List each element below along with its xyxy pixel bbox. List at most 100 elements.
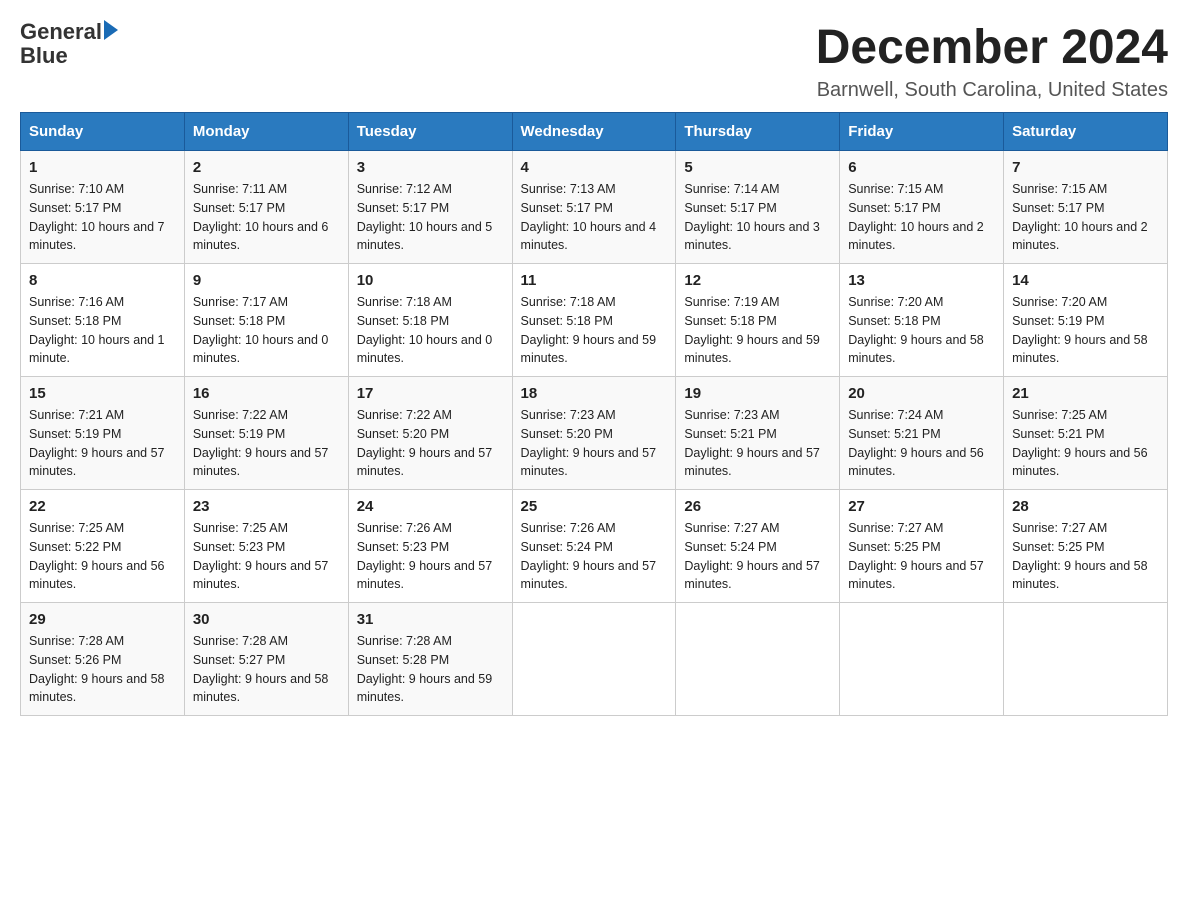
calendar-day-cell: 19 Sunrise: 7:23 AMSunset: 5:21 PMDayligh… — [676, 377, 840, 490]
day-info: Sunrise: 7:21 AMSunset: 5:19 PMDaylight:… — [29, 406, 176, 481]
day-info: Sunrise: 7:26 AMSunset: 5:23 PMDaylight:… — [357, 519, 504, 594]
day-number: 22 — [29, 498, 176, 515]
calendar-day-cell: 12 Sunrise: 7:19 AMSunset: 5:18 PMDayligh… — [676, 264, 840, 377]
day-info: Sunrise: 7:28 AMSunset: 5:27 PMDaylight:… — [193, 632, 340, 707]
logo-triangle-icon — [104, 20, 118, 40]
day-number: 19 — [684, 385, 831, 402]
calendar-day-cell — [676, 603, 840, 716]
calendar-day-cell: 2Sunrise: 7:11 AMSunset: 5:17 PMDaylight… — [184, 151, 348, 264]
calendar-day-cell: 30 Sunrise: 7:28 AMSunset: 5:27 PMDayligh… — [184, 603, 348, 716]
calendar-day-cell: 11 Sunrise: 7:18 AMSunset: 5:18 PMDayligh… — [512, 264, 676, 377]
calendar-day-cell: 22 Sunrise: 7:25 AMSunset: 5:22 PMDayligh… — [21, 490, 185, 603]
calendar-table: SundayMondayTuesdayWednesdayThursdayFrid… — [20, 112, 1168, 716]
calendar-day-cell — [840, 603, 1004, 716]
calendar-day-cell: 18Sunrise: 7:23 AMSunset: 5:20 PMDayligh… — [512, 377, 676, 490]
day-of-week-header: Wednesday — [512, 113, 676, 151]
day-of-week-header: Saturday — [1004, 113, 1168, 151]
day-number: 27 — [848, 498, 995, 515]
day-info: Sunrise: 7:22 AMSunset: 5:20 PMDaylight:… — [357, 406, 504, 481]
logo: General Blue — [20, 20, 118, 68]
location-subtitle: Barnwell, South Carolina, United States — [816, 79, 1168, 102]
day-number: 9 — [193, 272, 340, 289]
calendar-week-row: 1 Sunrise: 7:10 AMSunset: 5:17 PMDaylight… — [21, 151, 1168, 264]
calendar-day-cell: 5 Sunrise: 7:14 AMSunset: 5:17 PMDaylight… — [676, 151, 840, 264]
calendar-day-cell: 20 Sunrise: 7:24 AMSunset: 5:21 PMDayligh… — [840, 377, 1004, 490]
day-number: 30 — [193, 611, 340, 628]
day-info: Sunrise: 7:18 AMSunset: 5:18 PMDaylight:… — [357, 293, 504, 368]
month-title: December 2024 — [816, 20, 1168, 75]
calendar-day-cell: 17 Sunrise: 7:22 AMSunset: 5:20 PMDayligh… — [348, 377, 512, 490]
day-info: Sunrise: 7:15 AMSunset: 5:17 PMDaylight:… — [848, 180, 995, 255]
day-number: 20 — [848, 385, 995, 402]
logo-blue-text: Blue — [20, 43, 68, 68]
day-number: 11 — [521, 272, 668, 289]
day-number: 17 — [357, 385, 504, 402]
day-number: 14 — [1012, 272, 1159, 289]
day-number: 10 — [357, 272, 504, 289]
day-info: Sunrise: 7:17 AMSunset: 5:18 PMDaylight:… — [193, 293, 340, 368]
calendar-day-cell: 13 Sunrise: 7:20 AMSunset: 5:18 PMDayligh… — [840, 264, 1004, 377]
day-of-week-header: Monday — [184, 113, 348, 151]
day-number: 23 — [193, 498, 340, 515]
day-info: Sunrise: 7:20 AMSunset: 5:19 PMDaylight:… — [1012, 293, 1159, 368]
day-info: Sunrise: 7:22 AMSunset: 5:19 PMDaylight:… — [193, 406, 340, 481]
day-info: Sunrise: 7:20 AMSunset: 5:18 PMDaylight:… — [848, 293, 995, 368]
day-number: 12 — [684, 272, 831, 289]
day-info: Sunrise: 7:14 AMSunset: 5:17 PMDaylight:… — [684, 180, 831, 255]
calendar-week-row: 29Sunrise: 7:28 AMSunset: 5:26 PMDayligh… — [21, 603, 1168, 716]
day-info: Sunrise: 7:25 AMSunset: 5:21 PMDaylight:… — [1012, 406, 1159, 481]
calendar-day-cell: 28Sunrise: 7:27 AMSunset: 5:25 PMDayligh… — [1004, 490, 1168, 603]
day-number: 5 — [684, 159, 831, 176]
calendar-day-cell: 14 Sunrise: 7:20 AMSunset: 5:19 PMDayligh… — [1004, 264, 1168, 377]
day-number: 18 — [521, 385, 668, 402]
day-number: 21 — [1012, 385, 1159, 402]
day-number: 24 — [357, 498, 504, 515]
day-info: Sunrise: 7:15 AMSunset: 5:17 PMDaylight:… — [1012, 180, 1159, 255]
day-number: 7 — [1012, 159, 1159, 176]
day-info: Sunrise: 7:27 AMSunset: 5:24 PMDaylight:… — [684, 519, 831, 594]
day-info: Sunrise: 7:28 AMSunset: 5:26 PMDaylight:… — [29, 632, 176, 707]
day-number: 6 — [848, 159, 995, 176]
day-info: Sunrise: 7:24 AMSunset: 5:21 PMDaylight:… — [848, 406, 995, 481]
day-number: 13 — [848, 272, 995, 289]
day-info: Sunrise: 7:16 AMSunset: 5:18 PMDaylight:… — [29, 293, 176, 368]
calendar-day-cell: 6 Sunrise: 7:15 AMSunset: 5:17 PMDaylight… — [840, 151, 1004, 264]
calendar-week-row: 15Sunrise: 7:21 AMSunset: 5:19 PMDayligh… — [21, 377, 1168, 490]
calendar-day-cell: 27Sunrise: 7:27 AMSunset: 5:25 PMDayligh… — [840, 490, 1004, 603]
calendar-day-cell: 24 Sunrise: 7:26 AMSunset: 5:23 PMDayligh… — [348, 490, 512, 603]
day-info: Sunrise: 7:23 AMSunset: 5:21 PMDaylight:… — [684, 406, 831, 481]
day-info: Sunrise: 7:19 AMSunset: 5:18 PMDaylight:… — [684, 293, 831, 368]
day-info: Sunrise: 7:12 AMSunset: 5:17 PMDaylight:… — [357, 180, 504, 255]
calendar-day-cell: 25Sunrise: 7:26 AMSunset: 5:24 PMDayligh… — [512, 490, 676, 603]
calendar-week-row: 8Sunrise: 7:16 AMSunset: 5:18 PMDaylight… — [21, 264, 1168, 377]
day-number: 31 — [357, 611, 504, 628]
day-info: Sunrise: 7:13 AMSunset: 5:17 PMDaylight:… — [521, 180, 668, 255]
day-info: Sunrise: 7:18 AMSunset: 5:18 PMDaylight:… — [521, 293, 668, 368]
day-info: Sunrise: 7:11 AMSunset: 5:17 PMDaylight:… — [193, 180, 340, 255]
page-header: General Blue December 2024 Barnwell, Sou… — [20, 20, 1168, 102]
day-info: Sunrise: 7:26 AMSunset: 5:24 PMDaylight:… — [521, 519, 668, 594]
title-area: December 2024 Barnwell, South Carolina, … — [816, 20, 1168, 102]
calendar-week-row: 22 Sunrise: 7:25 AMSunset: 5:22 PMDayligh… — [21, 490, 1168, 603]
logo-general-text: General — [20, 20, 102, 44]
calendar-day-cell: 21 Sunrise: 7:25 AMSunset: 5:21 PMDayligh… — [1004, 377, 1168, 490]
calendar-day-cell: 3 Sunrise: 7:12 AMSunset: 5:17 PMDaylight… — [348, 151, 512, 264]
day-number: 4 — [521, 159, 668, 176]
calendar-header-row: SundayMondayTuesdayWednesdayThursdayFrid… — [21, 113, 1168, 151]
day-number: 16 — [193, 385, 340, 402]
day-of-week-header: Friday — [840, 113, 1004, 151]
calendar-day-cell: 29Sunrise: 7:28 AMSunset: 5:26 PMDayligh… — [21, 603, 185, 716]
day-number: 26 — [684, 498, 831, 515]
day-info: Sunrise: 7:25 AMSunset: 5:22 PMDaylight:… — [29, 519, 176, 594]
day-of-week-header: Tuesday — [348, 113, 512, 151]
calendar-day-cell: 15Sunrise: 7:21 AMSunset: 5:19 PMDayligh… — [21, 377, 185, 490]
day-info: Sunrise: 7:28 AMSunset: 5:28 PMDaylight:… — [357, 632, 504, 707]
day-number: 1 — [29, 159, 176, 176]
calendar-day-cell: 8Sunrise: 7:16 AMSunset: 5:18 PMDaylight… — [21, 264, 185, 377]
calendar-day-cell: 1 Sunrise: 7:10 AMSunset: 5:17 PMDaylight… — [21, 151, 185, 264]
day-info: Sunrise: 7:25 AMSunset: 5:23 PMDaylight:… — [193, 519, 340, 594]
day-info: Sunrise: 7:10 AMSunset: 5:17 PMDaylight:… — [29, 180, 176, 255]
calendar-day-cell: 4 Sunrise: 7:13 AMSunset: 5:17 PMDaylight… — [512, 151, 676, 264]
day-number: 3 — [357, 159, 504, 176]
calendar-day-cell — [1004, 603, 1168, 716]
